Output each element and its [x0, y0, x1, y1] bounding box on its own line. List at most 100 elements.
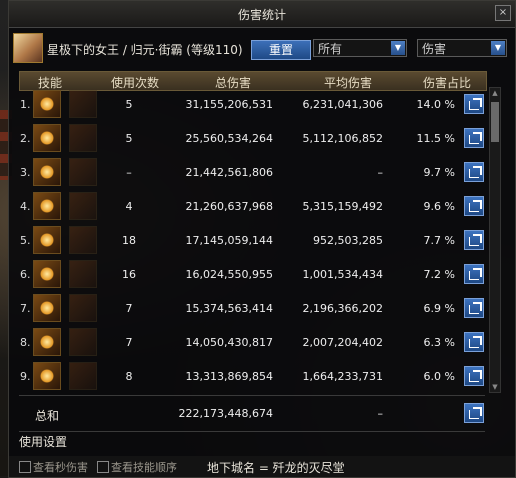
row-count: 16 [122, 268, 136, 281]
scroll-down-icon[interactable]: ▼ [491, 382, 499, 392]
skill-icon[interactable] [33, 294, 61, 322]
check-order-checkbox[interactable] [97, 461, 109, 473]
skill-background-icon [69, 362, 97, 390]
row-pct: 9.6 % [423, 200, 455, 213]
share-icon[interactable] [464, 162, 484, 182]
row-total: 16,024,550,955 [185, 268, 273, 281]
table-row[interactable]: 1. 5 31,155,206,531 6,231,041,306 14.0 % [19, 89, 485, 123]
damage-stats-window: 伤害统计 × 星极下的女王 / 归元·街霸 (等级110) 重置 所有 ▼ 伤害… [8, 0, 516, 478]
table-row[interactable]: 9. 8 13,313,869,854 1,664,233,731 6.0 % [19, 361, 485, 395]
row-pct: 11.5 % [416, 132, 455, 145]
table-row[interactable]: 7. 7 15,374,563,414 2,196,366,202 6.9 % [19, 293, 485, 327]
scroll-up-icon[interactable]: ▲ [491, 88, 499, 98]
table-row[interactable]: 8. 7 14,050,430,817 2,007,204,402 6.3 % [19, 327, 485, 361]
share-icon[interactable] [464, 403, 484, 423]
row-pct: 14.0 % [416, 98, 455, 111]
scope-select[interactable]: 所有 ▼ [313, 39, 407, 57]
scope-select-value: 所有 [318, 42, 343, 56]
table-scrollbar[interactable]: ▲ ▼ [489, 87, 501, 393]
skill-icon[interactable] [33, 328, 61, 356]
summary-total: 222,173,448,674 [178, 407, 273, 420]
skill-background-icon [69, 328, 97, 356]
skill-icon[interactable] [33, 260, 61, 288]
row-count: 7 [125, 336, 133, 349]
row-total: 31,155,206,531 [185, 98, 273, 111]
check-order-label[interactable]: 查看技能顺序 [111, 459, 177, 475]
skill-background-icon [69, 192, 97, 220]
row-total: 25,560,534,264 [185, 132, 273, 145]
divider [19, 431, 485, 432]
table-row[interactable]: 6. 16 16,024,550,955 1,001,534,434 7.2 % [19, 259, 485, 293]
skill-background-icon [69, 158, 97, 186]
row-total: 21,260,637,968 [185, 200, 273, 213]
row-rank: 6. [20, 268, 31, 281]
summary-average: – [377, 407, 384, 420]
table-row[interactable]: 5. 18 17,145,059,144 952,503,285 7.7 % [19, 225, 485, 259]
share-icon[interactable] [464, 264, 484, 284]
share-icon[interactable] [464, 366, 484, 386]
row-pct: 6.0 % [423, 370, 455, 383]
row-total: 14,050,430,817 [185, 336, 273, 349]
row-average: 5,112,106,852 [302, 132, 383, 145]
share-icon[interactable] [464, 230, 484, 250]
row-count: 4 [125, 200, 133, 213]
share-icon[interactable] [464, 94, 484, 114]
row-average: – [377, 166, 384, 179]
table-row[interactable]: 3. – 21,442,561,806 – 9.7 % [19, 157, 485, 191]
row-total: 13,313,869,854 [185, 370, 273, 383]
share-icon[interactable] [464, 332, 484, 352]
row-pct: 9.7 % [423, 166, 455, 179]
row-rank: 9. [20, 370, 31, 383]
row-average: 952,503,285 [313, 234, 383, 247]
row-average: 1,664,233,731 [302, 370, 383, 383]
row-rank: 1. [20, 98, 31, 111]
skill-icon[interactable] [33, 90, 61, 118]
row-average: 6,231,041,306 [302, 98, 383, 111]
character-avatar [13, 33, 43, 63]
row-rank: 3. [20, 166, 31, 179]
skill-icon[interactable] [33, 124, 61, 152]
share-icon[interactable] [464, 128, 484, 148]
character-info-row: 星极下的女王 / 归元·街霸 (等级110) 重置 所有 ▼ 伤害 ▼ [9, 31, 515, 65]
row-average: 2,007,204,402 [302, 336, 383, 349]
skill-background-icon [69, 294, 97, 322]
skill-icon[interactable] [33, 362, 61, 390]
row-average: 5,315,159,492 [302, 200, 383, 213]
table-row[interactable]: 2. 5 25,560,534,264 5,112,106,852 11.5 % [19, 123, 485, 157]
check-dps-checkbox[interactable] [19, 461, 31, 473]
skill-icon[interactable] [33, 192, 61, 220]
chevron-down-icon[interactable]: ▼ [491, 41, 505, 55]
chevron-down-icon[interactable]: ▼ [391, 41, 405, 55]
row-count: 18 [122, 234, 136, 247]
row-pct: 7.2 % [423, 268, 455, 281]
row-total: 21,442,561,806 [185, 166, 273, 179]
share-icon[interactable] [464, 196, 484, 216]
row-rank: 7. [20, 302, 31, 315]
row-count: 8 [125, 370, 133, 383]
check-dps-label[interactable]: 查看秒伤害 [33, 459, 88, 475]
row-count: – [126, 166, 132, 179]
row-count: 5 [125, 132, 133, 145]
title-bar[interactable]: 伤害统计 × [9, 1, 515, 28]
row-count: 5 [125, 98, 133, 111]
scroll-thumb[interactable] [491, 102, 499, 142]
summary-label: 总和 [35, 409, 60, 423]
skill-icon[interactable] [33, 226, 61, 254]
row-average: 1,001,534,434 [302, 268, 383, 281]
reset-button[interactable]: 重置 [251, 40, 311, 60]
table-row[interactable]: 4. 4 21,260,637,968 5,315,159,492 9.6 % [19, 191, 485, 225]
skill-icon[interactable] [33, 158, 61, 186]
share-icon[interactable] [464, 298, 484, 318]
footer-bar: 查看秒伤害 查看技能顺序 地下城名 = 歼龙的灭尽堂 [9, 456, 515, 477]
close-button[interactable]: × [495, 5, 511, 21]
row-rank: 8. [20, 336, 31, 349]
character-name: 星极下的女王 / 归元·街霸 (等级110) [47, 43, 243, 57]
skill-background-icon [69, 90, 97, 118]
row-average: 2,196,366,202 [302, 302, 383, 315]
skill-background-icon [69, 260, 97, 288]
row-total: 15,374,563,414 [185, 302, 273, 315]
row-total: 17,145,059,144 [185, 234, 273, 247]
divider [19, 395, 485, 396]
metric-select[interactable]: 伤害 ▼ [417, 39, 507, 57]
settings-label[interactable]: 使用设置 [19, 433, 67, 450]
